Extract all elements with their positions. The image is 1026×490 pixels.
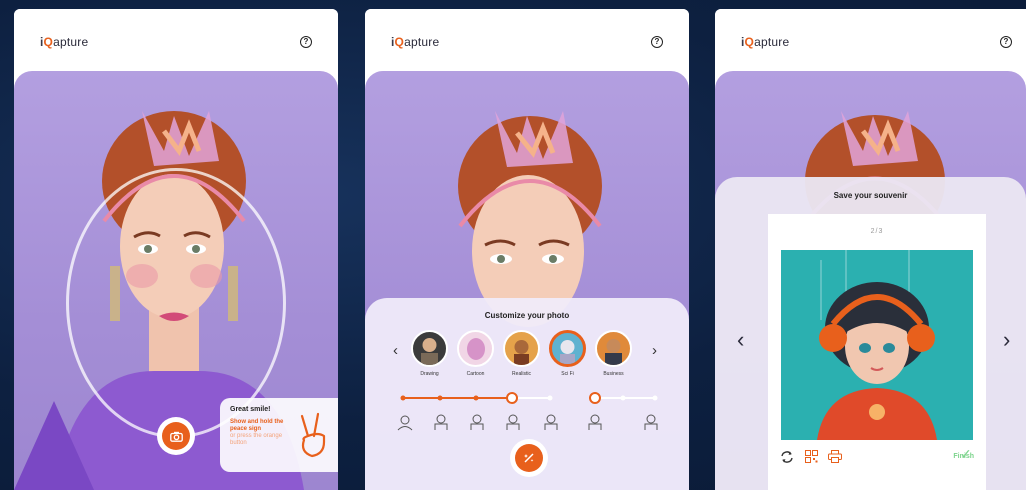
checkmark-icon: ✓ [960, 446, 972, 462]
result-counter: 2/3 [870, 228, 884, 235]
styles-prev-arrow[interactable]: ‹ [393, 342, 398, 359]
result-card: 2/3 Finish ✓ [768, 214, 986, 490]
top-bar: iQapture ? [14, 9, 338, 71]
brand-logo: iQapture [40, 35, 89, 49]
hint-text: Show and hold the peace sign or press th… [230, 419, 284, 446]
qr-code-icon[interactable] [805, 450, 818, 463]
styles-next-arrow[interactable]: › [652, 342, 657, 359]
magic-wand-icon [524, 453, 534, 463]
print-icon[interactable] [828, 450, 842, 463]
help-icon[interactable]: ? [651, 36, 663, 48]
save-panel: Save your souvenir ‹ › 2/3 Finish ✓ [715, 177, 1026, 490]
brand-logo: iQapture [391, 35, 440, 49]
apply-style-button[interactable] [510, 439, 548, 477]
top-bar: iQapture ? [365, 9, 689, 71]
panel-title: Save your souvenir [833, 191, 908, 200]
age-slider[interactable] [400, 390, 660, 406]
age-stage-icons [397, 414, 658, 431]
customize-screen: iQapture ? Customize your photo ‹ › Draw… [365, 9, 689, 490]
style-option-realistic[interactable]: Realistic [503, 330, 540, 377]
capture-screen: iQapture ? Great smile! Show and hold th… [14, 9, 338, 490]
souvenir-screen: iQapture ? Save your souvenir ‹ › 2/3 Fi… [715, 9, 1026, 490]
next-result-arrow[interactable]: › [1003, 329, 1010, 351]
style-option-drawing[interactable]: Drawing [411, 330, 448, 377]
refresh-icon[interactable] [780, 450, 794, 464]
panel-title: Customize your photo [484, 311, 570, 320]
camera-icon [169, 431, 183, 442]
brand-logo: iQapture [741, 35, 790, 49]
style-option-sci-fi[interactable]: Sci Fi [549, 330, 586, 377]
prev-result-arrow[interactable]: ‹ [737, 329, 744, 351]
style-carousel: Drawing Cartoon Realistic Sci Fi Busines… [411, 330, 632, 377]
style-option-business[interactable]: Business [595, 330, 632, 377]
top-bar: iQapture ? [715, 9, 1026, 71]
help-icon[interactable]: ? [300, 36, 312, 48]
sci-fi-portrait [781, 250, 973, 440]
style-option-cartoon[interactable]: Cartoon [457, 330, 494, 377]
result-actions: Finish [780, 450, 974, 466]
peace-sign-icon [300, 412, 326, 458]
help-icon[interactable]: ? [1000, 36, 1012, 48]
shutter-button[interactable] [157, 417, 195, 455]
gesture-hint-card: Great smile! Show and hold the peace sig… [220, 398, 338, 472]
